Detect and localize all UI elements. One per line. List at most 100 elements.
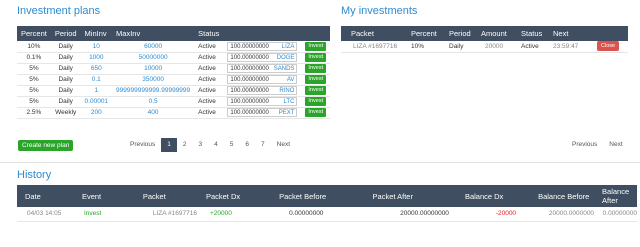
percent-cell: 5%: [17, 74, 51, 86]
pager-page-5[interactable]: 5: [224, 138, 240, 152]
status-cell: Active: [194, 41, 224, 53]
table-row: 5% Daily 650 10000 Active 100.00000000 SANDS In…: [17, 63, 331, 75]
plans-pagination: Previous 1 2 3 4 5 6 7 Next: [124, 138, 296, 152]
pager-previous[interactable]: Previous: [566, 138, 603, 152]
table-row: 10% Daily 10 60000 Active 100.00000000 LIZA Inv…: [17, 41, 331, 53]
col-mininv: MinInv: [80, 26, 113, 41]
investments-pagination: Previous Next: [566, 138, 629, 152]
balance-after-cell: 0.00000000: [598, 207, 637, 222]
balance-before-cell: 20000.0000000: [534, 207, 599, 222]
col-packet-after: Packet After: [368, 185, 461, 207]
packet-before-cell: 0.00000000: [275, 207, 369, 222]
currency-label: SANDS: [273, 66, 295, 72]
pager-page-2[interactable]: 2: [177, 138, 193, 152]
amount-input[interactable]: 100.00000000 LIZA: [227, 41, 298, 51]
period-cell: Weekly: [50, 107, 81, 119]
pager-page-4[interactable]: 4: [208, 138, 224, 152]
pager-next[interactable]: Next: [603, 138, 628, 152]
date-cell: 04/03 14:05: [17, 207, 78, 222]
invest-button[interactable]: Invest: [305, 75, 327, 84]
pager-next[interactable]: Next: [271, 138, 296, 152]
col-amount: Amount: [477, 26, 517, 41]
col-action: [301, 26, 331, 41]
period-cell: Daily: [445, 41, 477, 53]
action-cell: Invest: [301, 63, 331, 75]
pager-page-7[interactable]: 7: [255, 138, 271, 152]
max-inv-cell: 350000: [112, 74, 195, 86]
status-cell: Active: [194, 107, 224, 119]
col-period: Period: [50, 26, 81, 41]
max-inv-cell: 400: [112, 107, 195, 119]
table-header-row: Date Event Packet Packet Dx Packet Befor…: [17, 185, 637, 207]
table-row: 5% Daily 0.00001 0.5 Active 100.00000000 LTC In…: [17, 96, 331, 108]
amount-value: 100.00000000: [230, 77, 269, 83]
invest-button[interactable]: Invest: [305, 53, 327, 62]
col-next: Next: [549, 26, 593, 41]
invest-button[interactable]: Invest: [305, 41, 327, 51]
currency-label: LTC: [283, 99, 295, 105]
percent-cell: 5%: [17, 96, 51, 108]
invest-button[interactable]: Invest: [305, 64, 327, 73]
min-inv-cell: 650: [80, 63, 113, 75]
currency-label: PEXT: [278, 110, 295, 116]
pager-page-1[interactable]: 1: [161, 138, 177, 152]
period-cell: Daily: [50, 52, 81, 64]
amount-value: 100.00000000: [230, 99, 269, 105]
packet-dx-cell: +20000: [201, 207, 276, 222]
history-title: History: [17, 169, 52, 181]
percent-cell: 5%: [17, 85, 51, 97]
packet-after-cell: 20000.00000000: [368, 207, 461, 222]
col-status: Status: [517, 26, 549, 41]
amount-input[interactable]: 100.00000000 PEXT: [227, 108, 298, 117]
my-investments-table: Packet Percent Period Amount Status Next…: [341, 26, 628, 53]
amount-input[interactable]: 100.00000000 DOGE: [227, 53, 298, 62]
amount-input[interactable]: 100.00000000 AV: [227, 75, 298, 84]
min-inv-cell: 200: [80, 107, 113, 119]
table-header-row: Percent Period MinInv MaxInv Status: [17, 26, 331, 41]
invest-button[interactable]: Invest: [305, 86, 327, 95]
max-inv-cell: 50000000: [112, 52, 195, 64]
col-period: Period: [445, 26, 477, 41]
action-cell: Invest: [301, 85, 331, 97]
amount-input[interactable]: 100.00000000 SANDS: [227, 64, 298, 73]
col-amount: [223, 26, 302, 41]
action-cell: Invest: [301, 96, 331, 108]
amount-input[interactable]: 100.00000000 LTC: [227, 97, 298, 106]
col-percent: Percent: [17, 26, 51, 41]
percent-cell: 2.5%: [17, 107, 51, 119]
section-divider: [0, 162, 640, 163]
max-inv-cell: 999999999999.99999999: [112, 85, 195, 97]
status-cell: Active: [194, 74, 224, 86]
status-cell: Active: [517, 41, 549, 53]
history-table: Date Event Packet Packet Dx Packet Befor…: [17, 185, 637, 222]
max-inv-cell: 10000: [112, 63, 195, 75]
balance-dx-cell: -20000: [460, 207, 535, 222]
period-cell: Daily: [50, 74, 81, 86]
action-cell: Invest: [301, 41, 331, 53]
amount-input[interactable]: 100.00000000 RINO: [227, 86, 298, 95]
invest-button[interactable]: Invest: [305, 108, 327, 117]
col-balance-after: Balance After: [598, 185, 637, 207]
amount-cell: 100.00000000 LTC: [223, 96, 302, 108]
period-cell: Daily: [50, 63, 81, 75]
create-new-plan-button[interactable]: Create new plan: [18, 140, 74, 151]
currency-label: DOGE: [276, 55, 295, 61]
packet-cell: LIZA #1697716: [138, 207, 202, 222]
min-inv-cell: 1: [80, 85, 113, 97]
col-packet-before: Packet Before: [275, 185, 369, 207]
pager-page-6[interactable]: 6: [239, 138, 255, 152]
packet-cell: LIZA #1697716: [341, 41, 407, 53]
pager-page-3[interactable]: 3: [193, 138, 209, 152]
amount-cell: 100.00000000 LIZA: [223, 41, 302, 53]
max-inv-cell: 60000: [112, 41, 195, 53]
status-cell: Active: [194, 52, 224, 64]
table-row: 5% Daily 1 999999999999.99999999 Active 100.0…: [17, 85, 331, 97]
amount-value: 100.00000000: [230, 110, 269, 116]
col-date: Date: [17, 185, 78, 207]
pager-previous[interactable]: Previous: [124, 138, 161, 152]
amount-cell: 20000: [477, 41, 517, 53]
currency-label: LIZA: [281, 43, 295, 50]
close-button[interactable]: Close: [597, 41, 620, 52]
investment-plans-table: Percent Period MinInv MaxInv Status 10% D…: [17, 26, 331, 119]
invest-button[interactable]: Invest: [305, 97, 327, 106]
